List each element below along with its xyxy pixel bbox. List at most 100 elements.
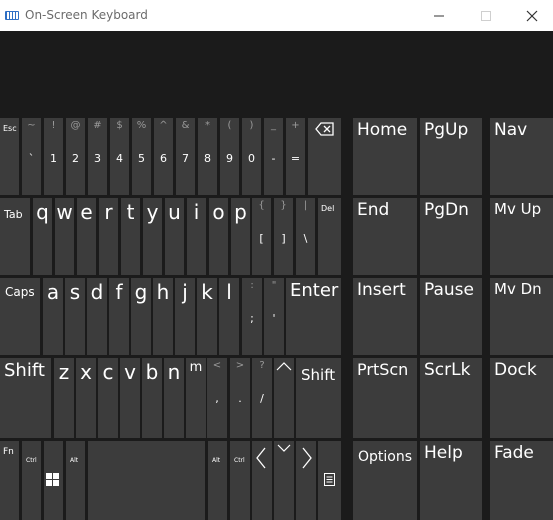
key-backtick[interactable]: ~ ` <box>22 118 41 195</box>
key-pause[interactable]: Pause <box>420 278 482 355</box>
key-label: - <box>271 152 276 165</box>
key-digit-7[interactable]: & 7 <box>176 118 195 195</box>
key-enter[interactable]: Enter <box>286 278 341 355</box>
key-insert[interactable]: Insert <box>353 278 417 355</box>
key-h[interactable]: h <box>153 278 173 355</box>
key-k[interactable]: k <box>197 278 217 355</box>
key-shift-left[interactable]: Shift <box>0 358 51 438</box>
key-end[interactable]: End <box>353 198 417 275</box>
key-s[interactable]: s <box>65 278 85 355</box>
key-pipe[interactable]: | \ <box>296 198 315 275</box>
key-g[interactable]: g <box>131 278 151 355</box>
key-w[interactable]: w <box>55 198 74 275</box>
key-v[interactable]: v <box>120 358 140 438</box>
key-options[interactable]: Options <box>353 441 417 520</box>
key-digit-6[interactable]: ^ 6 <box>154 118 173 195</box>
key-t[interactable]: t <box>121 198 140 275</box>
key-digit-5[interactable]: % 5 <box>132 118 151 195</box>
key-shift-right[interactable]: Shift <box>296 358 341 438</box>
minimize-button[interactable] <box>416 0 462 31</box>
key-arrow-down[interactable] <box>274 441 294 520</box>
key-nav[interactable]: Nav <box>490 118 553 195</box>
key-caps[interactable]: Caps <box>0 278 40 355</box>
key-arrow-right[interactable] <box>296 441 316 520</box>
key-p[interactable]: p <box>231 198 250 275</box>
key-fn[interactable]: Fn <box>0 441 19 520</box>
key-label: a <box>46 280 60 304</box>
key-bracket-close[interactable]: } ] <box>274 198 293 275</box>
key-n[interactable]: n <box>164 358 184 438</box>
key-l[interactable]: l <box>219 278 239 355</box>
key-semicolon[interactable]: : ; <box>242 278 262 355</box>
key-dock[interactable]: Dock <box>490 358 553 438</box>
key-ctrl-right[interactable]: Ctrl <box>230 441 250 520</box>
key-i[interactable]: i <box>187 198 206 275</box>
key-pgup[interactable]: PgUp <box>420 118 482 195</box>
key-equals[interactable]: + = <box>286 118 305 195</box>
key-del[interactable]: Del <box>318 198 341 275</box>
key-space[interactable] <box>88 441 205 520</box>
key-b[interactable]: b <box>142 358 162 438</box>
key-o[interactable]: o <box>209 198 228 275</box>
key-q[interactable]: q <box>33 198 52 275</box>
key-digit-9[interactable]: (9 <box>220 118 239 195</box>
key-m[interactable]: m <box>186 358 206 438</box>
key-bracket-open[interactable]: { [ <box>252 198 271 275</box>
key-digit-8[interactable]: * 8 <box>198 118 217 195</box>
key-shift-label: # <box>93 120 102 131</box>
key-digit-1[interactable]: ! 1 <box>44 118 63 195</box>
key-label: e <box>80 200 93 224</box>
key-backspace[interactable] <box>308 118 341 195</box>
key-arrow-left[interactable] <box>252 441 272 520</box>
key-scrlk[interactable]: ScrLk <box>420 358 482 438</box>
key-label: Del <box>321 204 335 213</box>
key-home[interactable]: Home <box>353 118 417 195</box>
backspace-icon <box>315 122 334 136</box>
key-digit-3[interactable]: #3 <box>88 118 107 195</box>
key-tab[interactable]: Tab <box>0 198 30 275</box>
key-windows[interactable] <box>44 441 63 520</box>
key-esc[interactable]: Esc <box>0 118 19 195</box>
key-alt-left[interactable]: Alt <box>66 441 85 520</box>
key-mv-up[interactable]: Mv Up <box>490 198 553 275</box>
key-a[interactable]: a <box>43 278 63 355</box>
key-minus[interactable]: _ - <box>264 118 283 195</box>
key-period[interactable]: > . <box>230 358 250 438</box>
key-comma[interactable]: < , <box>207 358 227 438</box>
key-label: Shift <box>301 366 336 384</box>
key-digit-0[interactable]: ) 0 <box>242 118 261 195</box>
key-y[interactable]: y <box>143 198 162 275</box>
key-quote[interactable]: " ' <box>264 278 284 355</box>
key-label: Nav <box>494 120 528 140</box>
key-arrow-up[interactable] <box>274 358 294 438</box>
key-e[interactable]: e <box>77 198 96 275</box>
key-f[interactable]: f <box>109 278 129 355</box>
key-ctrl-left[interactable]: Ctrl <box>22 441 41 520</box>
key-label: b <box>145 360 159 384</box>
key-r[interactable]: r <box>99 198 118 275</box>
maximize-button[interactable] <box>463 0 509 31</box>
close-button[interactable] <box>509 0 553 31</box>
key-help[interactable]: Help <box>420 441 482 520</box>
window-title: On-Screen Keyboard <box>25 8 148 22</box>
key-slash[interactable]: ? / <box>252 358 272 438</box>
key-label: Tab <box>4 208 23 221</box>
key-u[interactable]: u <box>165 198 184 275</box>
key-mv-dn[interactable]: Mv Dn <box>490 278 553 355</box>
key-d[interactable]: d <box>87 278 107 355</box>
minimize-icon <box>434 15 444 16</box>
key-label: g <box>134 280 148 304</box>
key-j[interactable]: j <box>175 278 195 355</box>
key-pgdn[interactable]: PgDn <box>420 198 482 275</box>
key-menu[interactable] <box>318 441 341 520</box>
key-digit-4[interactable]: $4 <box>110 118 129 195</box>
key-z[interactable]: z <box>54 358 74 438</box>
key-prtscn[interactable]: PrtScn <box>353 358 417 438</box>
key-digit-2[interactable]: @2 <box>66 118 85 195</box>
key-alt-right[interactable]: Alt <box>208 441 227 520</box>
key-x[interactable]: x <box>76 358 96 438</box>
key-label: Mv Dn <box>494 280 542 298</box>
key-label: / <box>260 392 264 405</box>
key-c[interactable]: c <box>98 358 118 438</box>
key-fade[interactable]: Fade <box>490 441 553 520</box>
